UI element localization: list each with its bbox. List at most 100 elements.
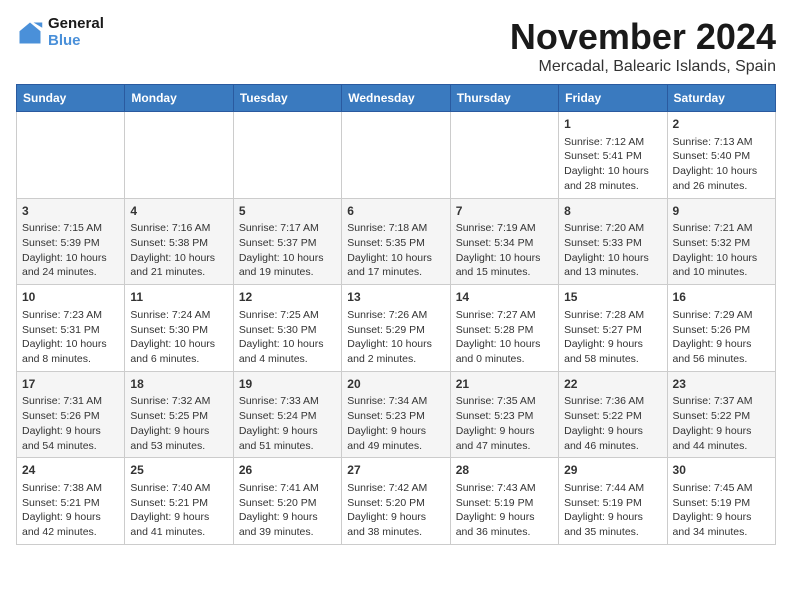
daylight-text: Daylight: 10 hours and 0 minutes. [456, 337, 553, 366]
calendar-cell: 22Sunrise: 7:36 AMSunset: 5:22 PMDayligh… [559, 371, 667, 458]
sunrise-text: Sunrise: 7:24 AM [130, 308, 227, 323]
sunrise-text: Sunrise: 7:35 AM [456, 394, 553, 409]
calendar-header-row: SundayMondayTuesdayWednesdayThursdayFrid… [17, 85, 776, 112]
sunset-text: Sunset: 5:19 PM [673, 496, 770, 511]
daylight-text: Daylight: 9 hours and 47 minutes. [456, 424, 553, 453]
day-number: 6 [347, 203, 444, 220]
sunset-text: Sunset: 5:26 PM [673, 323, 770, 338]
sunrise-text: Sunrise: 7:17 AM [239, 221, 336, 236]
day-number: 25 [130, 462, 227, 479]
day-number: 2 [673, 116, 770, 133]
calendar-cell: 6Sunrise: 7:18 AMSunset: 5:35 PMDaylight… [342, 198, 450, 285]
week-row-5: 24Sunrise: 7:38 AMSunset: 5:21 PMDayligh… [17, 458, 776, 545]
day-number: 23 [673, 376, 770, 393]
daylight-text: Daylight: 9 hours and 49 minutes. [347, 424, 444, 453]
daylight-text: Daylight: 9 hours and 46 minutes. [564, 424, 661, 453]
day-number: 15 [564, 289, 661, 306]
day-number: 10 [22, 289, 119, 306]
daylight-text: Daylight: 10 hours and 4 minutes. [239, 337, 336, 366]
sunset-text: Sunset: 5:33 PM [564, 236, 661, 251]
header-day-wednesday: Wednesday [342, 85, 450, 112]
day-number: 8 [564, 203, 661, 220]
day-number: 20 [347, 376, 444, 393]
sunrise-text: Sunrise: 7:45 AM [673, 481, 770, 496]
daylight-text: Daylight: 9 hours and 41 minutes. [130, 510, 227, 539]
sunset-text: Sunset: 5:35 PM [347, 236, 444, 251]
sunrise-text: Sunrise: 7:37 AM [673, 394, 770, 409]
sunset-text: Sunset: 5:31 PM [22, 323, 119, 338]
calendar-cell: 15Sunrise: 7:28 AMSunset: 5:27 PMDayligh… [559, 285, 667, 372]
daylight-text: Daylight: 10 hours and 21 minutes. [130, 251, 227, 280]
sunset-text: Sunset: 5:25 PM [130, 409, 227, 424]
calendar-cell: 20Sunrise: 7:34 AMSunset: 5:23 PMDayligh… [342, 371, 450, 458]
sunset-text: Sunset: 5:39 PM [22, 236, 119, 251]
day-number: 11 [130, 289, 227, 306]
daylight-text: Daylight: 10 hours and 2 minutes. [347, 337, 444, 366]
logo-icon [16, 19, 44, 47]
daylight-text: Daylight: 10 hours and 17 minutes. [347, 251, 444, 280]
day-number: 1 [564, 116, 661, 133]
calendar-cell: 16Sunrise: 7:29 AMSunset: 5:26 PMDayligh… [667, 285, 775, 372]
daylight-text: Daylight: 9 hours and 38 minutes. [347, 510, 444, 539]
week-row-1: 1Sunrise: 7:12 AMSunset: 5:41 PMDaylight… [17, 112, 776, 199]
day-number: 18 [130, 376, 227, 393]
daylight-text: Daylight: 9 hours and 44 minutes. [673, 424, 770, 453]
sunrise-text: Sunrise: 7:36 AM [564, 394, 661, 409]
day-number: 17 [22, 376, 119, 393]
daylight-text: Daylight: 10 hours and 8 minutes. [22, 337, 119, 366]
sunrise-text: Sunrise: 7:16 AM [130, 221, 227, 236]
day-number: 13 [347, 289, 444, 306]
day-number: 12 [239, 289, 336, 306]
calendar-cell: 3Sunrise: 7:15 AMSunset: 5:39 PMDaylight… [17, 198, 125, 285]
header-day-tuesday: Tuesday [233, 85, 341, 112]
sunrise-text: Sunrise: 7:34 AM [347, 394, 444, 409]
header-day-saturday: Saturday [667, 85, 775, 112]
sunrise-text: Sunrise: 7:31 AM [22, 394, 119, 409]
calendar-cell: 27Sunrise: 7:42 AMSunset: 5:20 PMDayligh… [342, 458, 450, 545]
week-row-3: 10Sunrise: 7:23 AMSunset: 5:31 PMDayligh… [17, 285, 776, 372]
calendar-cell: 13Sunrise: 7:26 AMSunset: 5:29 PMDayligh… [342, 285, 450, 372]
week-row-2: 3Sunrise: 7:15 AMSunset: 5:39 PMDaylight… [17, 198, 776, 285]
calendar-cell: 2Sunrise: 7:13 AMSunset: 5:40 PMDaylight… [667, 112, 775, 199]
sunrise-text: Sunrise: 7:21 AM [673, 221, 770, 236]
daylight-text: Daylight: 10 hours and 24 minutes. [22, 251, 119, 280]
day-number: 29 [564, 462, 661, 479]
day-number: 22 [564, 376, 661, 393]
title-area: November 2024 Mercadal, Balearic Islands… [510, 16, 776, 76]
sunset-text: Sunset: 5:23 PM [456, 409, 553, 424]
daylight-text: Daylight: 10 hours and 10 minutes. [673, 251, 770, 280]
calendar-cell: 30Sunrise: 7:45 AMSunset: 5:19 PMDayligh… [667, 458, 775, 545]
day-number: 7 [456, 203, 553, 220]
day-number: 28 [456, 462, 553, 479]
sunset-text: Sunset: 5:32 PM [673, 236, 770, 251]
sunrise-text: Sunrise: 7:41 AM [239, 481, 336, 496]
calendar-cell: 17Sunrise: 7:31 AMSunset: 5:26 PMDayligh… [17, 371, 125, 458]
month-title: November 2024 [510, 16, 776, 58]
sunset-text: Sunset: 5:30 PM [130, 323, 227, 338]
header-day-friday: Friday [559, 85, 667, 112]
daylight-text: Daylight: 9 hours and 54 minutes. [22, 424, 119, 453]
sunrise-text: Sunrise: 7:27 AM [456, 308, 553, 323]
sunrise-text: Sunrise: 7:38 AM [22, 481, 119, 496]
sunrise-text: Sunrise: 7:18 AM [347, 221, 444, 236]
calendar-cell: 24Sunrise: 7:38 AMSunset: 5:21 PMDayligh… [17, 458, 125, 545]
calendar-cell: 18Sunrise: 7:32 AMSunset: 5:25 PMDayligh… [125, 371, 233, 458]
calendar-cell: 25Sunrise: 7:40 AMSunset: 5:21 PMDayligh… [125, 458, 233, 545]
calendar-cell: 11Sunrise: 7:24 AMSunset: 5:30 PMDayligh… [125, 285, 233, 372]
sunrise-text: Sunrise: 7:40 AM [130, 481, 227, 496]
calendar-cell [342, 112, 450, 199]
daylight-text: Daylight: 10 hours and 13 minutes. [564, 251, 661, 280]
calendar-cell [125, 112, 233, 199]
calendar-table: SundayMondayTuesdayWednesdayThursdayFrid… [16, 84, 776, 545]
daylight-text: Daylight: 9 hours and 53 minutes. [130, 424, 227, 453]
sunset-text: Sunset: 5:34 PM [456, 236, 553, 251]
calendar-cell: 1Sunrise: 7:12 AMSunset: 5:41 PMDaylight… [559, 112, 667, 199]
sunset-text: Sunset: 5:24 PM [239, 409, 336, 424]
sunrise-text: Sunrise: 7:44 AM [564, 481, 661, 496]
day-number: 9 [673, 203, 770, 220]
sunset-text: Sunset: 5:20 PM [239, 496, 336, 511]
calendar-cell: 29Sunrise: 7:44 AMSunset: 5:19 PMDayligh… [559, 458, 667, 545]
daylight-text: Daylight: 9 hours and 39 minutes. [239, 510, 336, 539]
sunset-text: Sunset: 5:19 PM [564, 496, 661, 511]
sunset-text: Sunset: 5:26 PM [22, 409, 119, 424]
